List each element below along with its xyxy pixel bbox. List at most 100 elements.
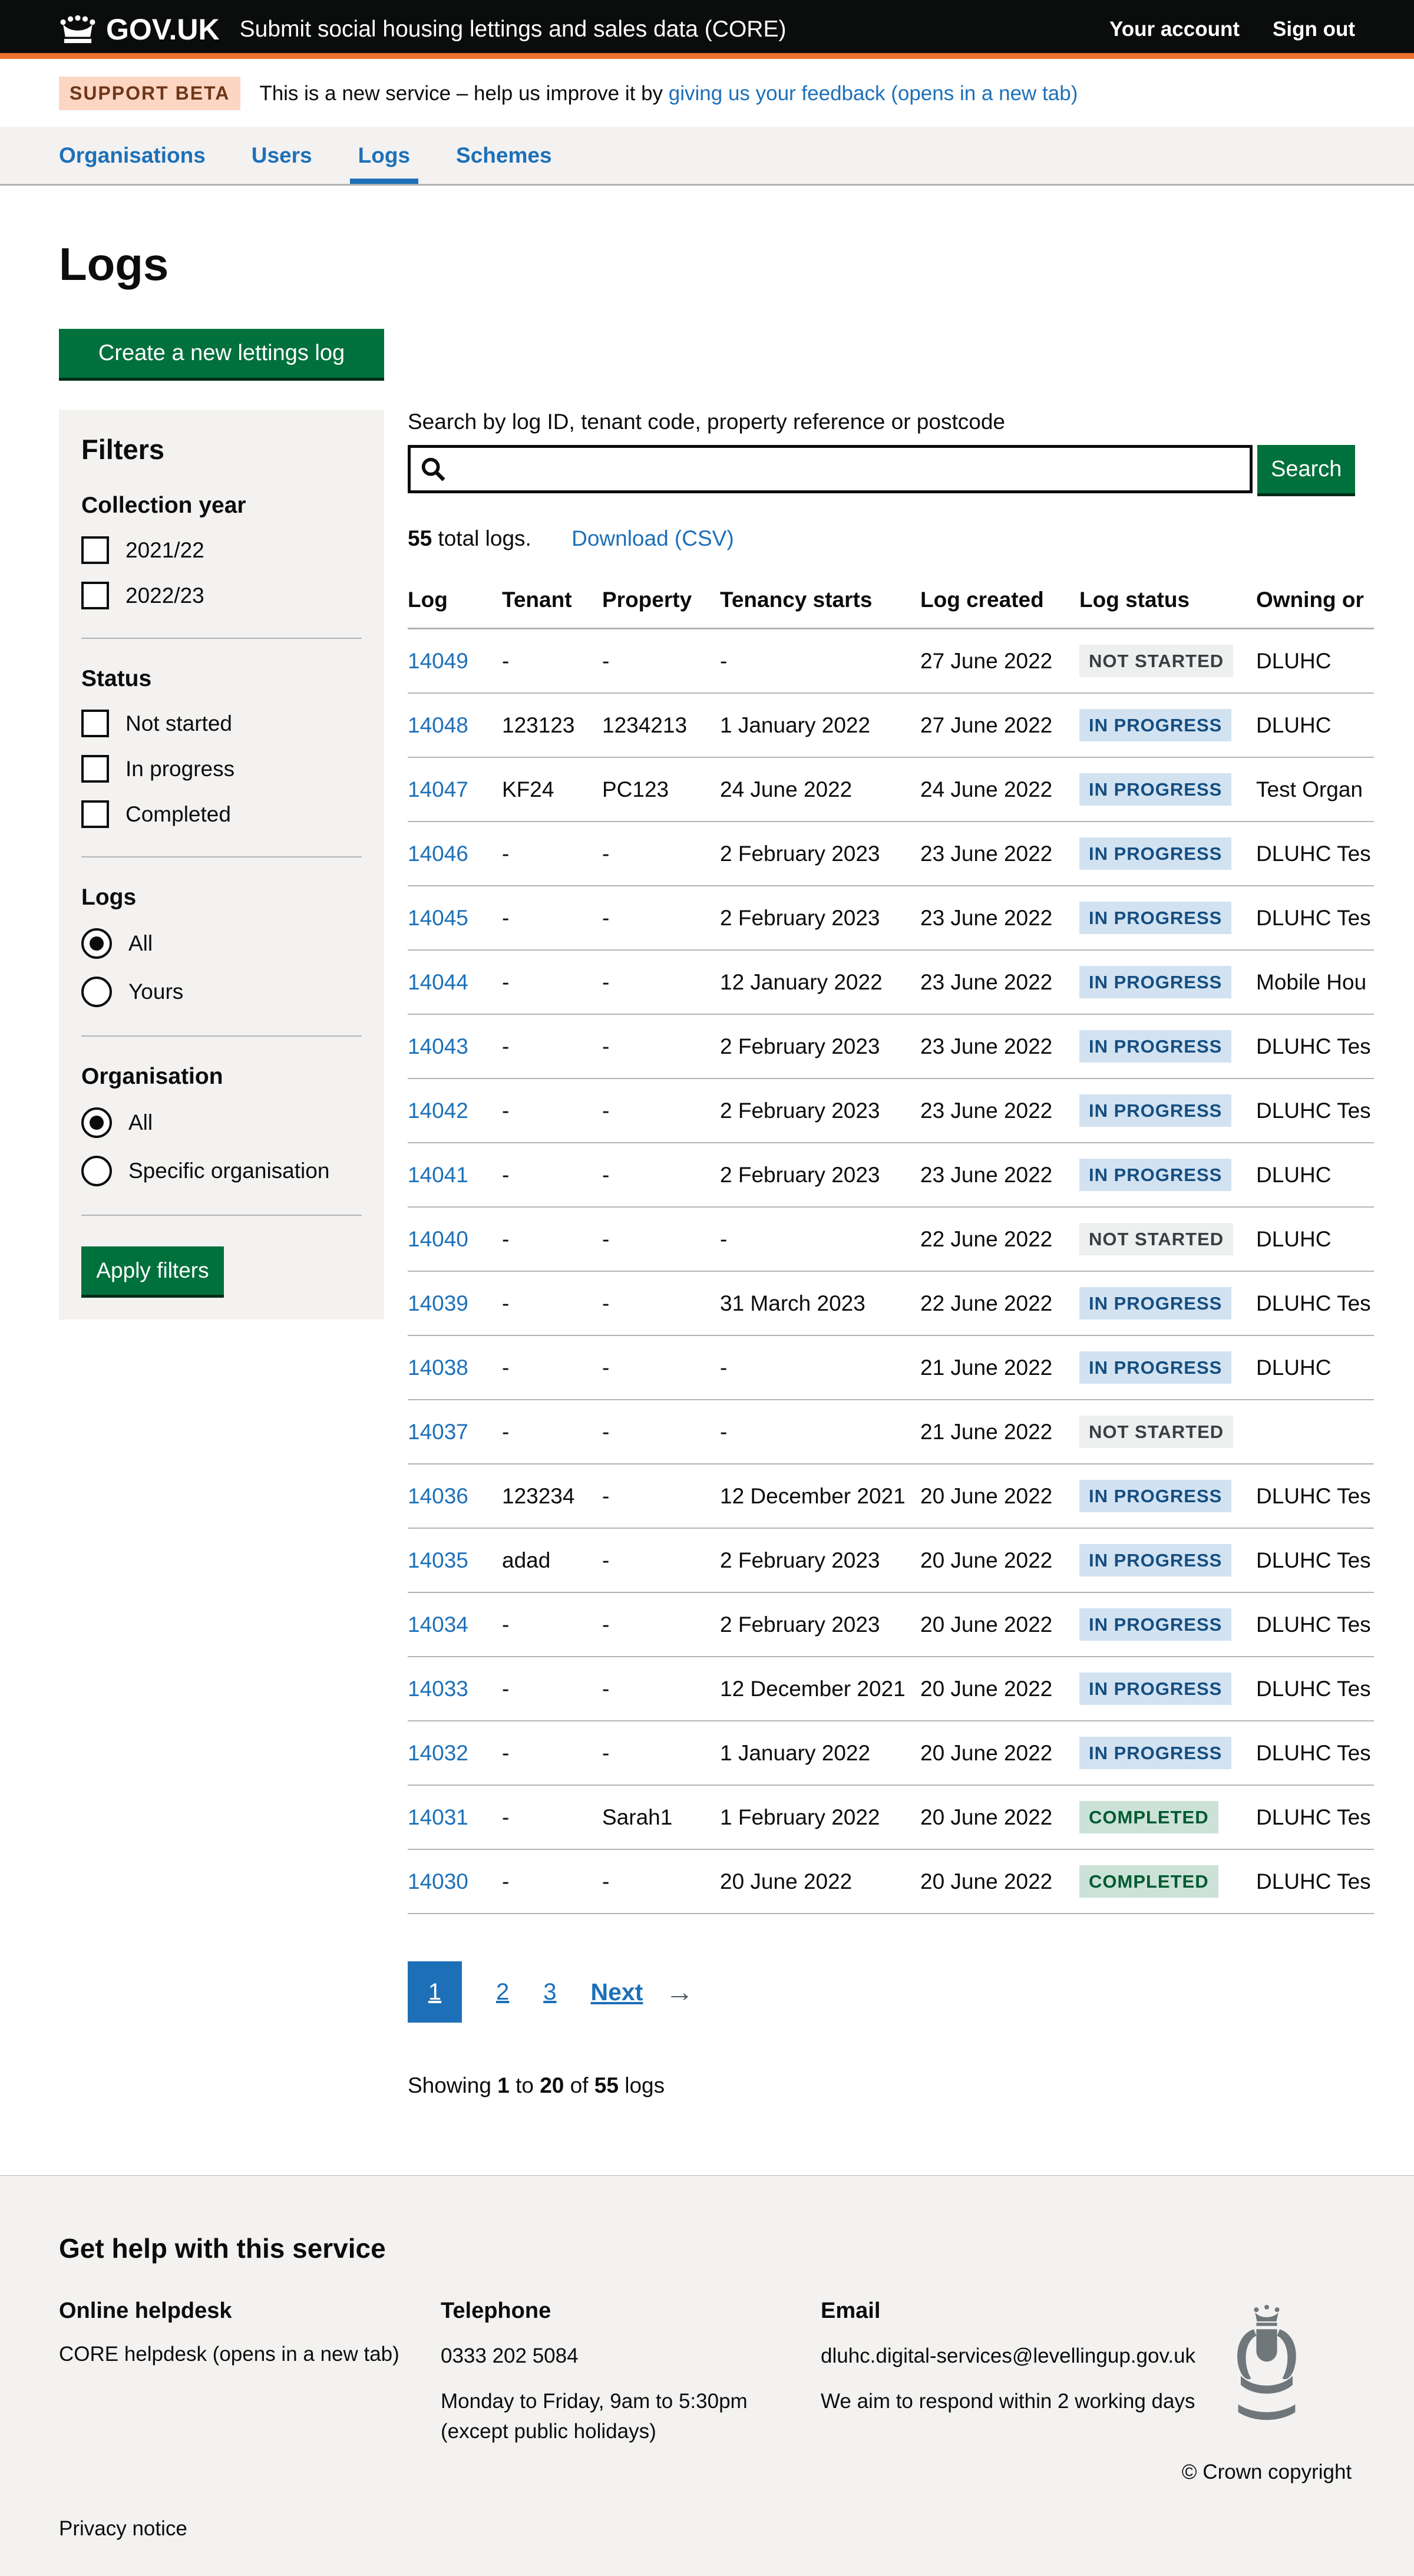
- log-id-link[interactable]: 14042: [408, 1099, 468, 1123]
- main-content: Logs Create a new lettings log Filters C…: [59, 238, 1355, 2120]
- checkbox-not-started[interactable]: [81, 710, 109, 737]
- radio-specific-organisation[interactable]: [81, 1156, 112, 1186]
- filters-panel: Filters Collection year 2021/22 2022/23 …: [59, 410, 384, 1320]
- email-link[interactable]: dluhc.digital-services@levellingup.gov.u…: [821, 2344, 1195, 2367]
- log-id-link[interactable]: 14035: [408, 1548, 468, 1572]
- status-badge: IN PROGRESS: [1079, 773, 1231, 806]
- log-id-link[interactable]: 14046: [408, 842, 468, 866]
- log-id-link[interactable]: 14047: [408, 777, 468, 802]
- page-1-current[interactable]: 1: [408, 1961, 462, 2023]
- col-log-status: Log status: [1079, 576, 1256, 629]
- page-2-link[interactable]: 2: [496, 1979, 509, 2006]
- log-id-link[interactable]: 14039: [408, 1291, 468, 1315]
- status-badge: IN PROGRESS: [1079, 1030, 1231, 1063]
- log-id-link[interactable]: 14031: [408, 1805, 468, 1829]
- showing-summary: Showing 1 to 20 of 55 logs: [408, 2073, 1355, 2098]
- page-3-link[interactable]: 3: [543, 1979, 556, 2006]
- checkbox-completed-label[interactable]: Completed: [125, 802, 231, 827]
- next-arrow-icon[interactable]: →: [665, 1976, 693, 2008]
- radio-logs-yours-label[interactable]: Yours: [128, 979, 183, 1004]
- page-title: Logs: [59, 238, 1355, 291]
- log-id-link[interactable]: 14037: [408, 1420, 468, 1444]
- checkbox-2021-22[interactable]: [81, 536, 109, 564]
- table-row: 14046 - - 2 February 2023 23 June 2022 I…: [408, 822, 1374, 886]
- checkbox-completed[interactable]: [81, 800, 109, 828]
- property-cell: -: [602, 822, 720, 886]
- radio-logs-yours[interactable]: [81, 977, 112, 1007]
- radio-organisation-all-label[interactable]: All: [128, 1110, 153, 1135]
- sign-out-link[interactable]: Sign out: [1273, 18, 1355, 41]
- tab-users[interactable]: Users: [252, 127, 312, 184]
- owning-organisation-cell: DLUHC: [1256, 629, 1374, 694]
- govuk-logotype[interactable]: GOV.UK: [106, 12, 220, 47]
- search-icon: [419, 456, 447, 488]
- tab-logs[interactable]: Logs: [358, 127, 410, 184]
- tab-organisations[interactable]: Organisations: [59, 127, 206, 184]
- log-created-cell: 20 June 2022: [920, 1721, 1079, 1785]
- status-badge: IN PROGRESS: [1079, 1159, 1231, 1191]
- create-lettings-log-button[interactable]: Create a new lettings log: [59, 329, 384, 378]
- owning-organisation-cell: DLUHC Tes: [1256, 1014, 1374, 1078]
- log-id-link[interactable]: 14036: [408, 1484, 468, 1508]
- owning-organisation-cell: DLUHC Tes: [1256, 886, 1374, 950]
- your-account-link[interactable]: Your account: [1109, 18, 1240, 41]
- log-id-link[interactable]: 14038: [408, 1355, 468, 1380]
- checkbox-in-progress-label[interactable]: In progress: [125, 757, 234, 781]
- log-id-link[interactable]: 14033: [408, 1677, 468, 1701]
- tenancy-starts-cell: 1 February 2022: [720, 1785, 920, 1849]
- telephone-hours: Monday to Friday, 9am to 5:30pm (except …: [441, 2387, 821, 2447]
- log-id-link[interactable]: 14049: [408, 649, 468, 673]
- log-id-link[interactable]: 14041: [408, 1163, 468, 1187]
- beta-tag: SUPPORT BETA: [59, 77, 240, 110]
- log-id-link[interactable]: 14044: [408, 970, 468, 994]
- footer-heading: Get help with this service: [59, 2232, 1355, 2264]
- tenancy-starts-cell: 2 February 2023: [720, 1143, 920, 1207]
- log-id-link[interactable]: 14032: [408, 1741, 468, 1765]
- crown-copyright-link[interactable]: © Crown copyright: [1182, 2460, 1352, 2484]
- table-row: 14047 KF24 PC123 24 June 2022 24 June 20…: [408, 757, 1374, 822]
- table-row: 14038 - - - 21 June 2022 IN PROGRESS DLU…: [408, 1335, 1374, 1400]
- table-row: 14043 - - 2 February 2023 23 June 2022 I…: [408, 1014, 1374, 1078]
- log-id-link[interactable]: 14043: [408, 1034, 468, 1058]
- telephone-title: Telephone: [441, 2298, 821, 2324]
- privacy-notice-link[interactable]: Privacy notice: [59, 2517, 187, 2540]
- checkbox-2022-23-label[interactable]: 2022/23: [125, 583, 204, 608]
- radio-logs-all[interactable]: [81, 928, 112, 959]
- apply-filters-button[interactable]: Apply filters: [81, 1246, 224, 1295]
- owning-organisation-cell: DLUHC Tes: [1256, 1592, 1374, 1657]
- feedback-link[interactable]: giving us your feedback (opens in a new …: [669, 82, 1078, 105]
- log-created-cell: 23 June 2022: [920, 1078, 1079, 1143]
- log-id-link[interactable]: 14048: [408, 713, 468, 737]
- tenant-cell: -: [502, 1400, 602, 1464]
- search-input[interactable]: [408, 445, 1253, 493]
- core-helpdesk-link[interactable]: CORE helpdesk (opens in a new tab): [59, 2343, 399, 2366]
- tenant-cell: -: [502, 1207, 602, 1271]
- search-button[interactable]: Search: [1257, 445, 1355, 493]
- status-badge: NOT STARTED: [1079, 1416, 1233, 1448]
- radio-specific-organisation-label[interactable]: Specific organisation: [128, 1159, 329, 1183]
- tenant-cell: -: [502, 1078, 602, 1143]
- service-name[interactable]: Submit social housing lettings and sales…: [240, 17, 787, 42]
- download-csv-link[interactable]: Download (CSV): [571, 526, 734, 550]
- tenant-cell: -: [502, 1335, 602, 1400]
- radio-logs-all-label[interactable]: All: [128, 931, 153, 956]
- tenant-cell: -: [502, 822, 602, 886]
- log-id-link[interactable]: 14030: [408, 1869, 468, 1894]
- tenant-cell: KF24: [502, 757, 602, 822]
- log-id-link[interactable]: 14045: [408, 906, 468, 930]
- telephone-hours-line1: Monday to Friday, 9am to 5:30pm: [441, 2390, 748, 2413]
- table-row: 14034 - - 2 February 2023 20 June 2022 I…: [408, 1592, 1374, 1657]
- log-id-link[interactable]: 14040: [408, 1227, 468, 1251]
- radio-organisation-all[interactable]: [81, 1107, 112, 1138]
- checkbox-in-progress[interactable]: [81, 755, 109, 783]
- table-row: 14049 - - - 27 June 2022 NOT STARTED DLU…: [408, 629, 1374, 694]
- log-id-link[interactable]: 14034: [408, 1612, 468, 1637]
- property-cell: -: [602, 1528, 720, 1592]
- tab-schemes[interactable]: Schemes: [456, 127, 552, 184]
- log-created-cell: 23 June 2022: [920, 822, 1079, 886]
- checkbox-2021-22-label[interactable]: 2021/22: [125, 538, 204, 563]
- next-page-link[interactable]: Next: [591, 1978, 643, 2006]
- tenant-cell: 123234: [502, 1464, 602, 1528]
- checkbox-not-started-label[interactable]: Not started: [125, 711, 232, 736]
- checkbox-2022-23[interactable]: [81, 582, 109, 609]
